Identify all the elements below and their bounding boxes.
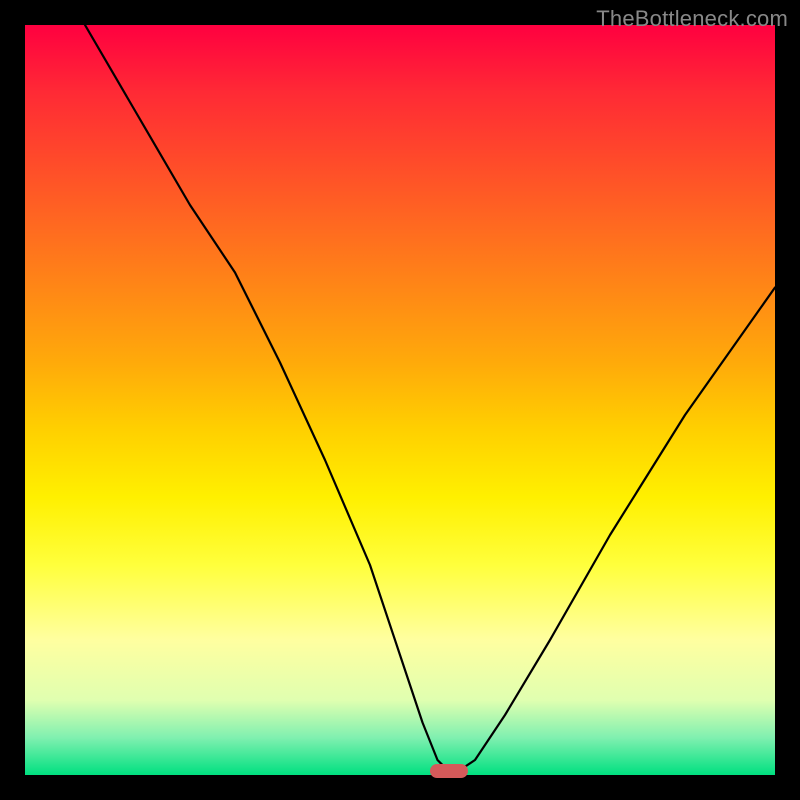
watermark-text: TheBottleneck.com bbox=[596, 6, 788, 32]
chart-frame bbox=[0, 0, 800, 800]
plot-area bbox=[25, 25, 775, 775]
bottleneck-curve bbox=[25, 25, 775, 775]
minimum-marker bbox=[430, 764, 468, 778]
